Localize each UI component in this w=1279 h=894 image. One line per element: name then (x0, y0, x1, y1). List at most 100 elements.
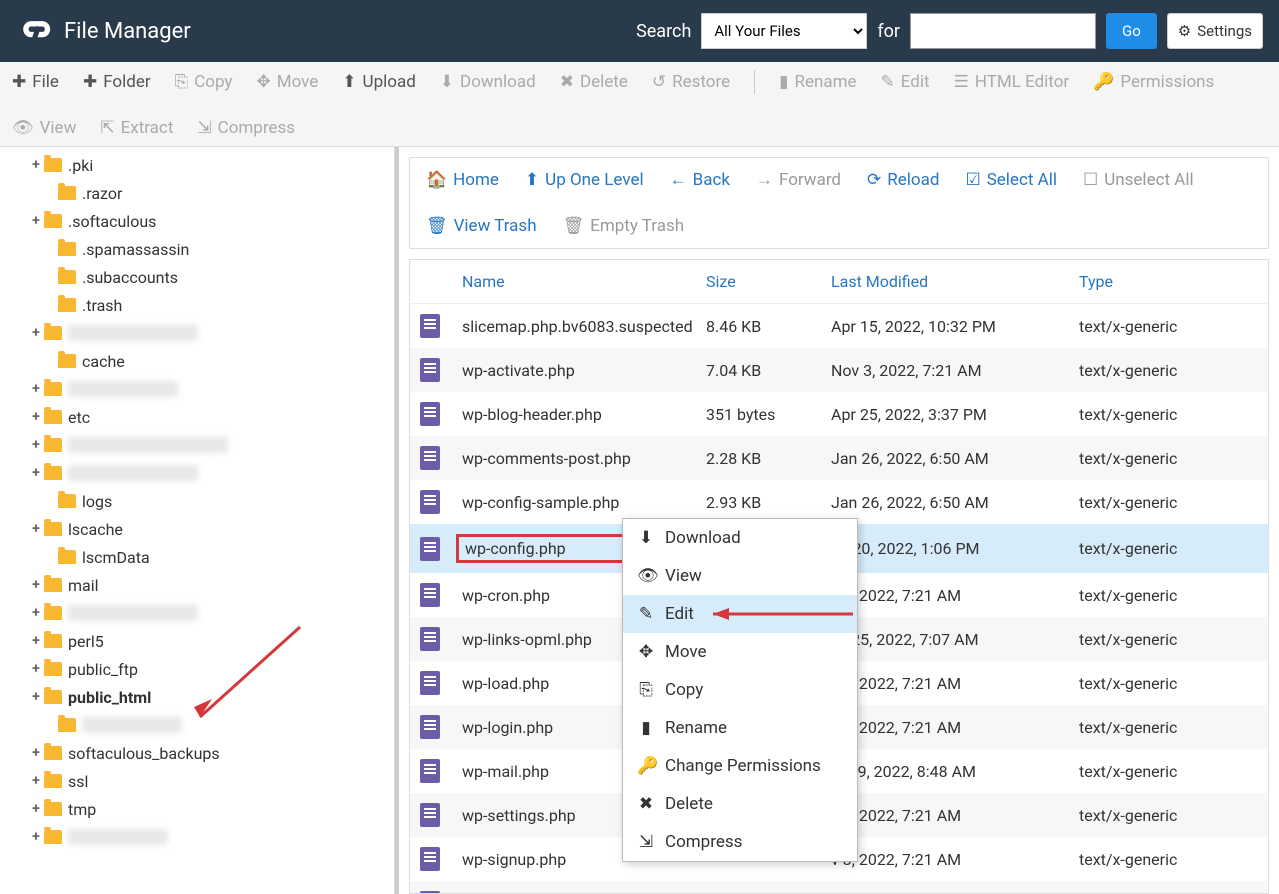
tree-item-public_ftp[interactable]: + public_ftp (0, 655, 394, 683)
extract-button[interactable]: ⇱Extract (100, 118, 173, 138)
tree-item-cache[interactable]: cache (0, 347, 394, 375)
tree-item-mail[interactable]: +mail (0, 571, 394, 599)
context-download[interactable]: ⬇Download (623, 519, 857, 557)
edit-icon: ✎ (881, 72, 895, 92)
expand-icon[interactable]: + (30, 689, 42, 705)
col-type[interactable]: Type (1079, 272, 1258, 291)
tree-item-redacted[interactable]: + (0, 599, 394, 627)
cell-type: text/x-generic (1079, 361, 1258, 380)
expand-icon[interactable]: + (30, 745, 42, 761)
forward-button[interactable]: →Forward (756, 170, 841, 190)
context-view[interactable]: 👁View (623, 557, 857, 595)
tree-item-.razor[interactable]: .razor (0, 179, 394, 207)
col-modified[interactable]: Last Modified (831, 272, 1079, 291)
expand-icon[interactable]: + (30, 605, 42, 621)
tree-item-lscmData[interactable]: lscmData (0, 543, 394, 571)
expand-icon[interactable]: + (30, 773, 42, 789)
html-editor-button[interactable]: ☰HTML Editor (954, 72, 1070, 92)
tree-item-perl5[interactable]: +perl5 (0, 627, 394, 655)
permissions-button[interactable]: 🔑Permissions (1093, 72, 1214, 92)
context-change-permissions[interactable]: 🔑Change Permissions (623, 747, 857, 785)
col-name[interactable]: Name (420, 272, 706, 291)
expand-icon[interactable]: + (30, 465, 42, 481)
expand-icon[interactable]: + (30, 633, 42, 649)
folder-tree[interactable]: +.pki.razor+.softaculous.spamassassin.su… (0, 147, 395, 894)
expand-icon[interactable]: + (30, 661, 42, 677)
reload-button[interactable]: ⟳Reload (867, 170, 939, 190)
tree-item-.softaculous[interactable]: +.softaculous (0, 207, 394, 235)
up-button[interactable]: ⬆Up One Level (525, 170, 644, 190)
expand-icon[interactable]: + (30, 325, 42, 341)
expand-icon[interactable]: + (30, 829, 42, 845)
table-row[interactable]: wp-trackback.phpv 3, 2022, 7:21 AMtext/x… (410, 881, 1268, 894)
context-compress[interactable]: ⇲Compress (623, 823, 857, 861)
settings-button[interactable]: ⚙ Settings (1167, 13, 1263, 49)
context-delete[interactable]: ✖Delete (623, 785, 857, 823)
tree-item-.pki[interactable]: +.pki (0, 151, 394, 179)
folder-button[interactable]: ✚Folder (83, 72, 151, 92)
copy-icon: ⎘ (175, 72, 189, 92)
view-button[interactable]: 👁View (12, 118, 76, 138)
back-button[interactable]: ←Back (670, 170, 730, 190)
view-trash-button[interactable]: 🗑View Trash (426, 216, 537, 236)
redacted-label (68, 605, 198, 621)
table-row[interactable]: wp-comments-post.php2.28 KBJan 26, 2022,… (410, 436, 1268, 480)
file-name: wp-cron.php (462, 586, 550, 605)
expand-icon[interactable]: + (30, 381, 42, 397)
table-row[interactable]: wp-blog-header.php351 bytesApr 25, 2022,… (410, 392, 1268, 436)
context-copy[interactable]: ⎘Copy (623, 671, 857, 709)
tree-item-redacted[interactable]: + (0, 319, 394, 347)
table-row[interactable]: slicemap.php.bv6083.suspected8.46 KBApr … (410, 304, 1268, 348)
expand-icon[interactable]: + (30, 409, 42, 425)
tree-item-.trash[interactable]: .trash (0, 291, 394, 319)
tree-item-redacted[interactable] (0, 711, 394, 739)
table-row[interactable]: wp-activate.php7.04 KBNov 3, 2022, 7:21 … (410, 348, 1268, 392)
expand-icon[interactable]: + (30, 437, 42, 453)
tree-item-logs[interactable]: logs (0, 487, 394, 515)
expand-icon[interactable]: + (30, 577, 42, 593)
tree-item-.subaccounts[interactable]: .subaccounts (0, 263, 394, 291)
tree-item-tmp[interactable]: +tmp (0, 795, 394, 823)
tree-item-softaculous_backups[interactable]: +softaculous_backups (0, 739, 394, 767)
tree-item-redacted[interactable]: + (0, 459, 394, 487)
empty-trash-button[interactable]: 🗑Empty Trash (563, 216, 685, 236)
download-button[interactable]: ⬇Download (440, 72, 536, 92)
home-button[interactable]: 🏠Home (426, 170, 499, 190)
expand-icon[interactable]: + (30, 801, 42, 817)
tree-item-redacted[interactable]: + (0, 431, 394, 459)
context-move[interactable]: ✥Move (623, 633, 857, 671)
go-button[interactable]: Go (1106, 13, 1157, 49)
upload-button[interactable]: ⬆Upload (342, 72, 415, 92)
delete-button[interactable]: ✖Delete (560, 72, 628, 92)
folder-icon (44, 466, 62, 480)
folder-label: public_ftp (68, 660, 138, 679)
tree-item-etc[interactable]: +etc (0, 403, 394, 431)
folder-icon (44, 158, 62, 172)
move-button[interactable]: ✥Move (256, 72, 318, 92)
file-button[interactable]: ✚File (12, 72, 59, 92)
tree-item-lscache[interactable]: +lscache (0, 515, 394, 543)
tree-item-public_html[interactable]: +public_html (0, 683, 394, 711)
copy-button[interactable]: ⎘Copy (175, 72, 233, 92)
expand-icon[interactable]: + (30, 157, 42, 173)
unselect-button[interactable]: ☐Unselect All (1083, 170, 1194, 190)
edit-button[interactable]: ✎Edit (881, 72, 930, 92)
tree-item-redacted[interactable]: + (0, 823, 394, 851)
restore-button[interactable]: ↺Restore (652, 72, 730, 92)
search-input[interactable] (910, 13, 1096, 49)
tree-item-.spamassassin[interactable]: .spamassassin (0, 235, 394, 263)
tb-label: Folder (103, 72, 150, 92)
expand-icon[interactable]: + (30, 213, 42, 229)
expand-icon[interactable]: + (30, 521, 42, 537)
search-scope-select[interactable]: All Your Files (701, 13, 867, 49)
context-edit[interactable]: ✎Edit (623, 595, 857, 633)
col-size[interactable]: Size (706, 272, 831, 291)
reload-icon: ⟳ (867, 170, 881, 190)
rename-button[interactable]: ▮Rename (779, 72, 856, 92)
select-all-button[interactable]: ☑Select All (965, 170, 1057, 190)
delete-icon: ✖ (560, 72, 574, 92)
compress-button[interactable]: ⇲Compress (197, 118, 295, 138)
tree-item-redacted[interactable]: + (0, 375, 394, 403)
tree-item-ssl[interactable]: +ssl (0, 767, 394, 795)
context-rename[interactable]: ▮Rename (623, 709, 857, 747)
